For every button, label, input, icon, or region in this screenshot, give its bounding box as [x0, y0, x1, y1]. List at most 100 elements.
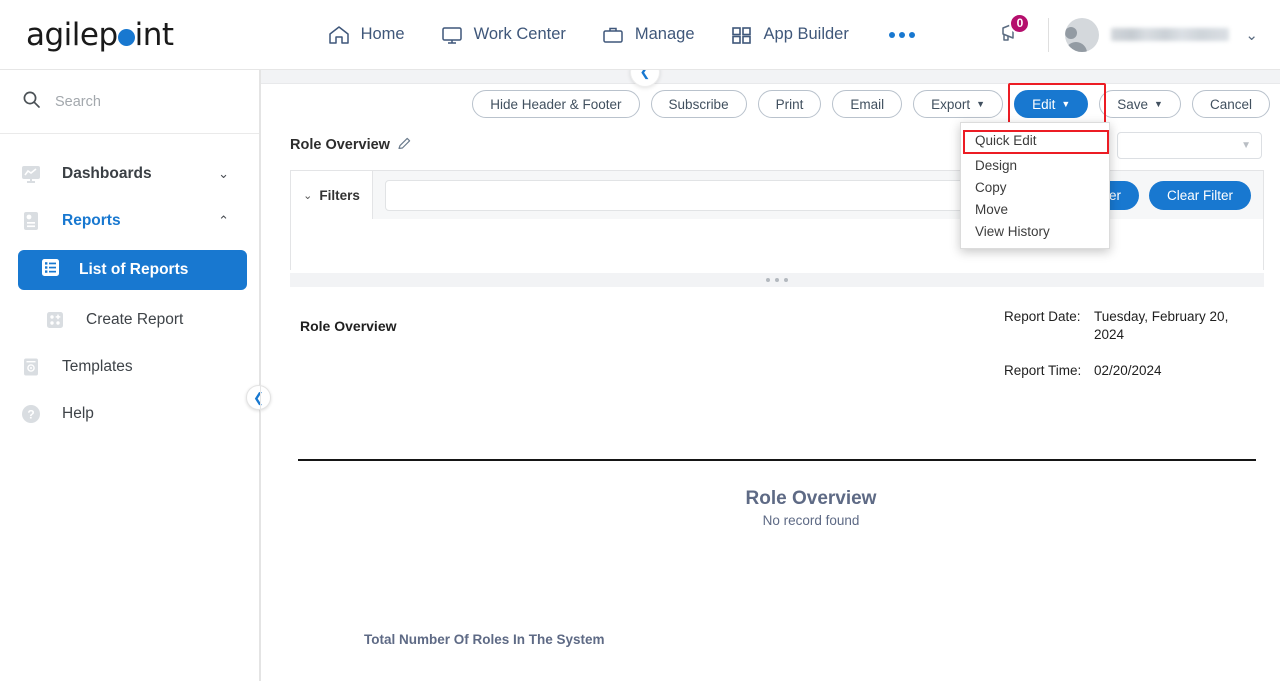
- report-viewer: ❮ Hide Header & Footer Subscribe Print E…: [260, 57, 1280, 681]
- export-button[interactable]: Export ▼: [913, 90, 1004, 118]
- print-button[interactable]: Print: [757, 90, 822, 118]
- brand-name-after: int: [134, 16, 174, 53]
- edit-button-wrapper: Edit ▼: [1008, 83, 1107, 125]
- grid-icon: [729, 23, 755, 47]
- report-canvas: Role Overview Report Date: Tuesday, Febr…: [290, 292, 1264, 681]
- notifications-button[interactable]: 0: [986, 12, 1032, 55]
- filter-controls: Apply Filter Clear Filter: [373, 171, 1263, 219]
- chevron-left-icon: ❮: [253, 389, 264, 405]
- top-navigation-bar: agilep int Home Work Center Manage App Bu…: [0, 0, 1280, 70]
- chevron-down-icon[interactable]: ⌄: [218, 166, 229, 182]
- sidebar-item-reports[interactable]: Reports ⌃: [0, 197, 259, 244]
- brand-logo-text: agilep int: [26, 17, 174, 53]
- sidebar-item-create-report-label: Create Report: [86, 310, 184, 328]
- help-icon: ?: [18, 401, 44, 427]
- save-button-label: Save: [1117, 96, 1149, 112]
- username-label: [1111, 28, 1230, 41]
- sidebar-item-list-of-reports-label: List of Reports: [79, 261, 189, 278]
- edit-dropdown-menu: Quick Edit Design Copy Move View History: [960, 122, 1110, 249]
- report-time-value: 02/20/2024: [1094, 363, 1162, 379]
- clear-filter-button[interactable]: Clear Filter: [1148, 180, 1251, 210]
- report-time-row: Report Time: 02/20/2024: [1004, 362, 1254, 380]
- edit-button[interactable]: Edit ▼: [1014, 90, 1089, 118]
- chevron-up-icon[interactable]: ⌃: [218, 213, 229, 229]
- report-title-row: Role Overview: [290, 136, 412, 154]
- sidebar-item-help[interactable]: ? Help: [0, 390, 259, 437]
- menu-item-copy[interactable]: Copy: [961, 176, 1109, 198]
- filter-expanded-area: [291, 219, 1263, 270]
- menu-item-view-history[interactable]: View History: [961, 220, 1109, 242]
- cancel-button[interactable]: Cancel: [1191, 90, 1270, 118]
- preview-selector-row: Pr ▼: [1094, 132, 1262, 159]
- pencil-icon[interactable]: [397, 136, 412, 154]
- sidebar-item-reports-label: Reports: [62, 211, 121, 229]
- sidebar-item-help-label: Help: [62, 404, 94, 422]
- filters-toggle[interactable]: ⌄ Filters: [291, 171, 373, 219]
- sidebar-item-templates-label: Templates: [62, 357, 133, 375]
- more-dots-icon[interactable]: [883, 31, 921, 38]
- nav-item-home-label: Home: [360, 25, 405, 43]
- nav-item-work-center[interactable]: Work Center: [439, 23, 566, 47]
- avatar[interactable]: [1065, 17, 1100, 52]
- sidebar-collapse-handle[interactable]: ❮: [246, 385, 271, 410]
- brand-logo[interactable]: agilep int: [0, 17, 260, 53]
- sidebar-divider: [260, 70, 261, 681]
- filter-input[interactable]: [385, 179, 1026, 211]
- report-date-value: Tuesday, February 20, 2024: [1094, 309, 1229, 343]
- search-input[interactable]: [55, 93, 225, 110]
- hide-header-footer-button[interactable]: Hide Header & Footer: [472, 90, 640, 118]
- chevron-down-icon: ⌄: [303, 189, 313, 202]
- sidebar-item-dashboards-label: Dashboards: [62, 164, 152, 182]
- avatar-head: [1065, 26, 1078, 39]
- chart-title: Role Overview: [745, 488, 877, 509]
- nav-item-app-builder-label: App Builder: [763, 25, 849, 43]
- edit-button-label: Edit: [1032, 96, 1056, 112]
- report-time-key: Report Time:: [1004, 363, 1082, 379]
- create-report-icon: [42, 307, 68, 333]
- main-nav-items: Home Work Center Manage App Builder: [260, 23, 986, 47]
- chart-empty-message: No record found: [762, 513, 860, 528]
- nav-item-manage[interactable]: Manage: [600, 23, 695, 47]
- filter-top-row: ⌄ Filters Apply Filter Clear Filter: [291, 171, 1263, 219]
- preview-select[interactable]: ▼: [1117, 132, 1262, 159]
- sidebar-item-templates[interactable]: Templates: [0, 343, 259, 390]
- nav-item-work-center-label: Work Center: [473, 25, 566, 43]
- nav-item-app-builder[interactable]: App Builder: [729, 23, 849, 47]
- menu-item-design[interactable]: Design: [961, 154, 1109, 176]
- reports-icon: [18, 208, 44, 234]
- chevron-down-icon: ▼: [1154, 99, 1163, 109]
- report-date-row: Report Date: Tuesday, February 20, 2024: [1004, 308, 1254, 344]
- report-toolbar: Hide Header & Footer Subscribe Print Ema…: [472, 83, 1270, 125]
- report-section-title: Total Number Of Roles In The System: [364, 632, 605, 647]
- report-divider: [298, 459, 1256, 461]
- top-divider: [1048, 17, 1050, 52]
- content-top-strip: [260, 70, 1280, 84]
- chevron-down-icon[interactable]: ⌄: [1245, 26, 1258, 44]
- top-right-actions: 0 ⌄: [986, 12, 1280, 55]
- sidebar-item-dashboards[interactable]: Dashboards ⌄: [0, 150, 259, 197]
- panel-resize-handle[interactable]: [290, 273, 1264, 287]
- brand-dot-icon: [117, 28, 135, 46]
- search-icon: [22, 90, 41, 114]
- sidebar-item-list-of-reports[interactable]: List of Reports: [18, 250, 247, 290]
- svg-text:?: ?: [27, 407, 34, 421]
- monitor-icon: [439, 23, 465, 47]
- sidebar-search[interactable]: [0, 70, 259, 134]
- list-icon: [40, 257, 61, 283]
- report-metadata: Report Date: Tuesday, February 20, 2024 …: [1004, 308, 1254, 399]
- dashboard-icon: [18, 161, 44, 187]
- chevron-down-icon: ▼: [976, 99, 986, 109]
- nav-item-home[interactable]: Home: [326, 23, 405, 47]
- sidebar-item-create-report[interactable]: Create Report: [0, 296, 259, 343]
- brand-name-before: agilep: [26, 16, 118, 53]
- briefcase-icon: [600, 23, 626, 47]
- report-date-key: Report Date:: [1004, 309, 1081, 324]
- avatar-body: [1065, 41, 1088, 52]
- notification-count-badge: 0: [1009, 12, 1031, 34]
- menu-item-quick-edit[interactable]: Quick Edit: [961, 129, 1109, 151]
- save-button[interactable]: Save ▼: [1099, 90, 1181, 118]
- menu-item-move[interactable]: Move: [961, 198, 1109, 220]
- subscribe-button[interactable]: Subscribe: [650, 90, 747, 118]
- chevron-down-icon: ▼: [1241, 140, 1251, 151]
- email-button[interactable]: Email: [832, 90, 903, 118]
